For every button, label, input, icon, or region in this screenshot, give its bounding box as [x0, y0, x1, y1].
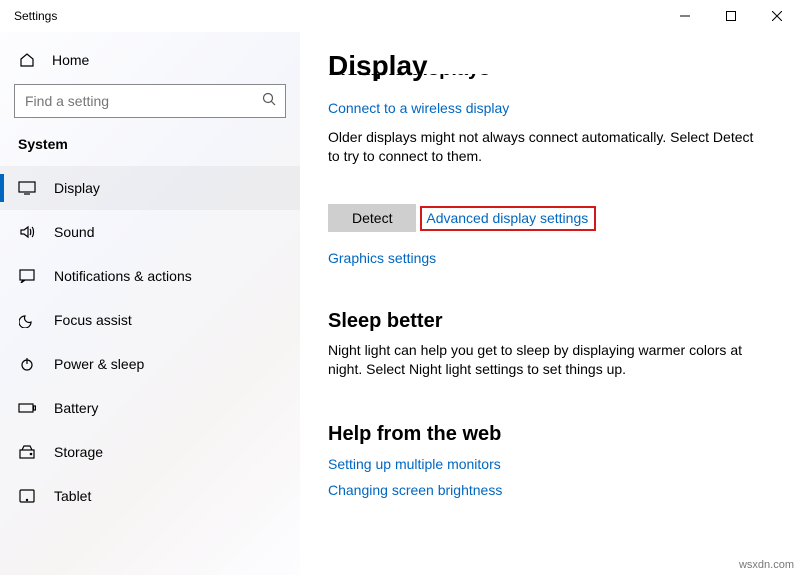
sidebar-item-label: Storage: [54, 444, 103, 460]
minimize-button[interactable]: [662, 0, 708, 32]
search-input[interactable]: [14, 84, 286, 118]
sidebar-item-label: Tablet: [54, 488, 91, 504]
sidebar-item-battery[interactable]: Battery: [0, 386, 300, 430]
help-link-multiple-monitors[interactable]: Setting up multiple monitors: [328, 456, 772, 472]
maximize-button[interactable]: [708, 0, 754, 32]
older-displays-text: Older displays might not always connect …: [328, 128, 758, 166]
tablet-icon: [18, 487, 36, 505]
advanced-display-settings-link[interactable]: Advanced display settings: [426, 210, 588, 226]
power-icon: [18, 355, 36, 373]
sidebar-item-label: Battery: [54, 400, 98, 416]
sidebar-item-label: Display: [54, 180, 100, 196]
sidebar-item-label: Notifications & actions: [54, 268, 192, 284]
sidebar-item-label: Focus assist: [54, 312, 132, 328]
sidebar-item-label: Power & sleep: [54, 356, 144, 372]
notifications-icon: [18, 267, 36, 285]
connect-wireless-display-link[interactable]: Connect to a wireless display: [328, 100, 509, 116]
battery-icon: [18, 399, 36, 417]
help-link-screen-brightness[interactable]: Changing screen brightness: [328, 482, 772, 498]
display-icon: [18, 179, 36, 197]
focus-icon: [18, 311, 36, 329]
search-container: [14, 84, 286, 118]
content-pane: Display multiple displays Connect to a w…: [300, 32, 800, 575]
sidebar: Home System Display Sound Notifications …: [0, 32, 300, 575]
close-button[interactable]: [754, 0, 800, 32]
nav-list: Display Sound Notifications & actions Fo…: [0, 166, 300, 518]
window-controls: [662, 0, 800, 32]
help-links: Setting up multiple monitors Changing sc…: [328, 456, 772, 498]
truncated-section-heading: multiple displays: [328, 74, 772, 86]
storage-icon: [18, 443, 36, 461]
sleep-better-text: Night light can help you get to sleep by…: [328, 341, 758, 379]
sidebar-item-tablet[interactable]: Tablet: [0, 474, 300, 518]
sidebar-item-storage[interactable]: Storage: [0, 430, 300, 474]
sidebar-item-power-sleep[interactable]: Power & sleep: [0, 342, 300, 386]
advanced-display-highlight: Advanced display settings: [420, 206, 596, 231]
sleep-better-heading: Sleep better: [328, 310, 772, 333]
home-label: Home: [52, 52, 89, 68]
home-nav[interactable]: Home: [0, 42, 300, 78]
window-title: Settings: [14, 9, 57, 23]
sidebar-item-display[interactable]: Display: [0, 166, 300, 210]
sidebar-item-sound[interactable]: Sound: [0, 210, 300, 254]
help-from-web-heading: Help from the web: [328, 423, 772, 446]
sidebar-item-focus-assist[interactable]: Focus assist: [0, 298, 300, 342]
section-label: System: [0, 132, 300, 166]
home-icon: [18, 52, 36, 68]
detect-button[interactable]: Detect: [328, 204, 416, 232]
sound-icon: [18, 223, 36, 241]
graphics-settings-link[interactable]: Graphics settings: [328, 250, 436, 266]
sidebar-item-label: Sound: [54, 224, 94, 240]
title-bar: Settings: [0, 0, 800, 32]
watermark: wsxdn.com: [739, 559, 794, 571]
sidebar-item-notifications[interactable]: Notifications & actions: [0, 254, 300, 298]
